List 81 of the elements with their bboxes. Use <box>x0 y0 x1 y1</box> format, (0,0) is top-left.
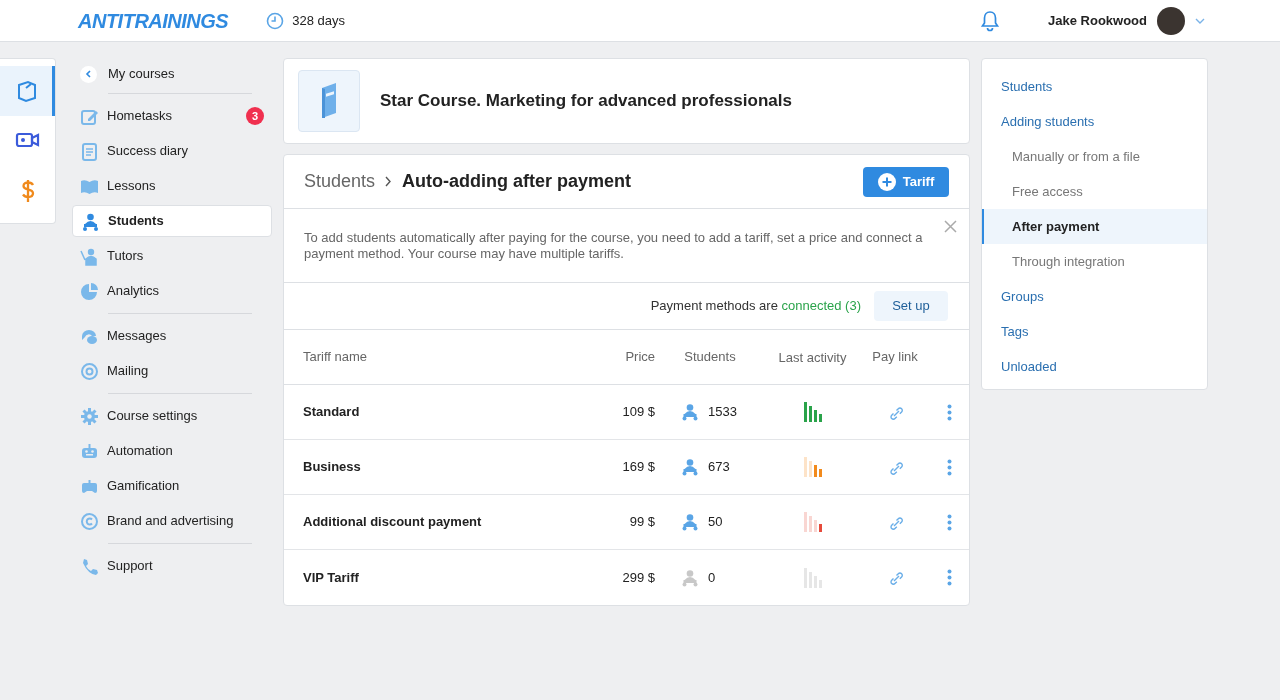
nav-link[interactable]: Unloaded <box>982 349 1207 384</box>
price: 109 $ <box>621 403 655 422</box>
nav-sublink[interactable]: After payment <box>982 209 1207 244</box>
student-at-desk-icon <box>681 568 699 587</box>
breadcrumb-link[interactable]: Students <box>304 168 376 195</box>
course-title: Star Course. Marketing for advanced professionals <box>380 90 792 113</box>
sidebar-item[interactable]: Lessons <box>72 170 272 202</box>
phone-icon <box>80 556 99 576</box>
student-count: 1533 <box>708 403 737 422</box>
price: 299 $ <box>621 568 655 587</box>
info-notice: To add students automatically after paying for the course, you need to add a tariff, set a price and connect a payment method. Your course may have multiple tariffs. <box>304 230 924 262</box>
more-options-icon[interactable] <box>947 513 952 531</box>
clock-icon <box>266 11 285 30</box>
column-header[interactable]: Pay link <box>860 347 930 367</box>
copyright-icon <box>80 511 99 531</box>
nav-sublink[interactable]: Through integration <box>982 244 1207 279</box>
plus-icon <box>877 172 896 191</box>
tariff-name[interactable]: Business <box>303 457 593 477</box>
sidebar-item[interactable]: Hometasks 3 <box>72 100 272 132</box>
document-icon <box>80 141 99 161</box>
student-at-desk-icon <box>681 458 699 476</box>
add-tariff-button[interactable]: Tariff <box>863 166 949 197</box>
sidebar-item[interactable]: Brand and advertising <box>72 505 272 537</box>
avatar[interactable] <box>1157 6 1185 35</box>
sidebar-item[interactable]: Support <box>72 550 272 582</box>
column-header[interactable]: Tariff name <box>303 347 593 367</box>
link-icon[interactable] <box>887 459 903 475</box>
sidebar-item[interactable]: Messages <box>72 320 272 352</box>
tariff-name[interactable]: Additional discount payment <box>303 512 593 532</box>
student-at-desk-icon <box>681 403 699 421</box>
back-link[interactable]: My courses <box>108 64 175 84</box>
sidebar-item[interactable]: Success diary <box>72 135 272 167</box>
student-at-desk-icon <box>681 513 699 531</box>
notification-count: 3 <box>246 107 264 125</box>
set-up-button[interactable]: Set up <box>874 291 948 321</box>
sidebar-item[interactable]: Course settings <box>72 400 272 432</box>
tariff-name[interactable]: Standard <box>303 402 593 422</box>
gear-icon <box>80 406 99 426</box>
sidebar-item[interactable]: Gamification <box>72 470 272 502</box>
student-count: 0 <box>708 568 716 587</box>
close-icon[interactable] <box>944 220 957 233</box>
link-icon[interactable] <box>887 570 903 585</box>
logo[interactable]: ANTITRAININGS <box>78 5 229 36</box>
sidebar-item[interactable]: Students <box>72 205 272 237</box>
nav-sublink[interactable]: Manually or from a file <box>982 139 1207 174</box>
student-count: 673 <box>708 458 730 477</box>
nav-link[interactable]: Tags <box>982 314 1207 349</box>
chevron-left-icon <box>85 70 92 78</box>
page-title: Auto-adding after payment <box>402 170 632 193</box>
tariff-name[interactable]: VIP Tariff <box>303 567 593 588</box>
link-icon[interactable] <box>887 404 903 420</box>
nav-link[interactable]: Adding students <box>982 104 1207 139</box>
column-header[interactable]: Last activity <box>765 349 860 365</box>
nav-link[interactable]: Students <box>982 69 1207 104</box>
price: 99 $ <box>628 513 655 532</box>
nav-sublink[interactable]: Free access <box>982 174 1207 209</box>
price: 169 $ <box>621 458 655 477</box>
more-options-icon[interactable] <box>947 458 952 476</box>
column-header[interactable]: Price <box>593 347 655 367</box>
payment-status-text: Payment methods are connected (3) <box>650 297 861 316</box>
user-name[interactable]: Jake Rookwood <box>1048 10 1147 31</box>
robot-icon <box>80 441 99 461</box>
days-left: 328 days <box>292 11 345 30</box>
notification-bell-icon[interactable] <box>980 9 1001 32</box>
chevron-down-icon[interactable] <box>1195 17 1205 24</box>
sidebar-item[interactable]: Analytics <box>72 275 272 307</box>
pie-chart-icon <box>80 281 99 301</box>
more-options-icon[interactable] <box>947 569 952 586</box>
back-button[interactable] <box>80 65 97 83</box>
sidebar-item[interactable]: Tutors <box>72 240 272 272</box>
sidebar-item[interactable]: Automation <box>72 435 272 467</box>
link-icon[interactable] <box>887 514 903 530</box>
column-header[interactable]: Students <box>655 347 765 367</box>
student-count: 50 <box>708 513 723 532</box>
app-rail-button[interactable] <box>0 66 55 116</box>
nav-link[interactable]: Groups <box>982 279 1207 314</box>
teacher-icon <box>80 246 99 266</box>
sidebar-item[interactable]: Mailing <box>72 355 272 387</box>
student-at-desk-icon <box>81 211 100 231</box>
more-options-icon[interactable] <box>947 403 952 421</box>
chevron-right-icon <box>385 176 393 187</box>
